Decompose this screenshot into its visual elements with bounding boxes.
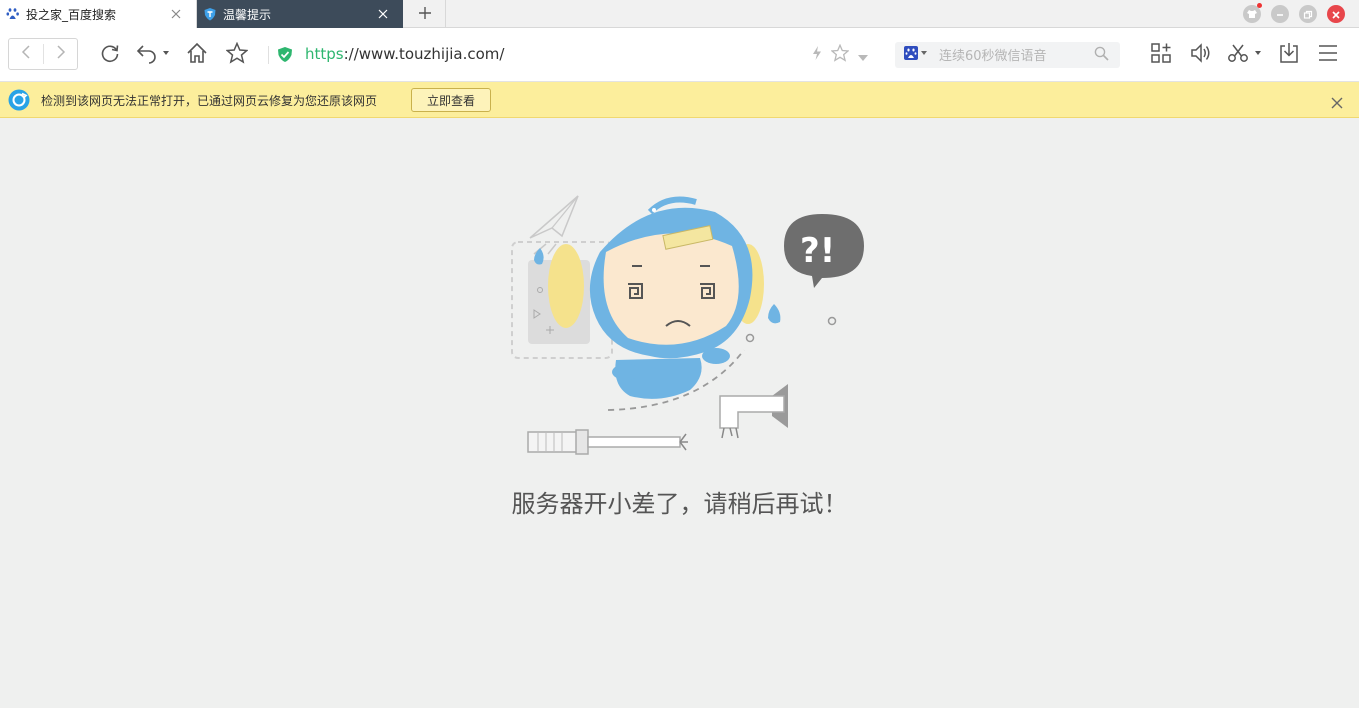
tab-title: 温馨提示: [223, 7, 272, 22]
forward-button[interactable]: [44, 39, 78, 69]
plus-icon: [418, 5, 432, 24]
download-icon: [1278, 42, 1300, 68]
cloud-repair-notice-bar: 检测到该网页无法正常打开，已通过网页云修复为您还原该网页 立即查看: [0, 82, 1359, 118]
home-button[interactable]: [183, 41, 211, 69]
back-icon: [20, 44, 32, 64]
tab-title: 投之家_百度搜索: [26, 7, 117, 22]
new-tab-button[interactable]: [404, 0, 446, 28]
svg-text:?!: ?!: [800, 231, 835, 271]
url-text: ://www.touzhijia.com/: [343, 45, 505, 63]
error-message: 服务器开小差了，请稍后再试！: [511, 490, 848, 518]
view-now-button[interactable]: 立即查看: [411, 88, 491, 112]
minimize-icon: [1275, 5, 1285, 24]
screenshot-button[interactable]: [1226, 42, 1264, 68]
search-button[interactable]: [1093, 46, 1109, 65]
mute-button[interactable]: [1188, 42, 1214, 68]
notice-message: 检测到该网页无法正常打开，已通过网页云修复为您还原该网页: [41, 94, 378, 108]
lightning-icon: [811, 45, 823, 65]
paper-plane-icon: [529, 195, 579, 255]
restore-button[interactable]: [1299, 5, 1317, 23]
apps-button[interactable]: [1148, 42, 1174, 68]
tab-bar: 投之家_百度搜索 温馨提示: [0, 0, 1359, 28]
undo-close-button[interactable]: [134, 41, 172, 69]
star-icon: [225, 41, 249, 68]
skin-icon: [1246, 5, 1258, 24]
baidu-search-icon: [903, 45, 931, 65]
forward-icon: [55, 44, 67, 64]
search-engine-selector[interactable]: [903, 45, 931, 65]
search-input[interactable]: [937, 45, 1091, 67]
address-dropdown-button[interactable]: [856, 48, 870, 62]
speed-mode-button[interactable]: [808, 46, 826, 64]
refresh-button[interactable]: [96, 41, 124, 69]
back-button[interactable]: [9, 39, 43, 69]
close-window-icon: [1331, 5, 1341, 24]
cable-plug-icon: [527, 429, 688, 455]
tab-warm-tip[interactable]: 温馨提示: [197, 0, 403, 28]
cloud-repair-icon: [8, 89, 30, 115]
navigation-toolbar: https://www.touzhijia.com/: [0, 28, 1359, 82]
close-icon[interactable]: [1331, 94, 1343, 113]
wall-socket-icon: [719, 384, 788, 439]
speaker-icon: [1190, 42, 1212, 68]
restore-icon: [1303, 5, 1313, 24]
refresh-icon: [99, 42, 121, 68]
tab-baidu-search[interactable]: 投之家_百度搜索: [0, 0, 197, 28]
menu-icon: [1318, 44, 1338, 66]
secure-shield-icon: [277, 46, 293, 67]
baidu-paw-icon: [6, 7, 20, 21]
close-icon[interactable]: [375, 6, 391, 22]
address-bar[interactable]: https://www.touzhijia.com/: [305, 45, 504, 63]
url-scheme: https: [305, 45, 344, 63]
search-icon: [1094, 46, 1109, 65]
home-icon: [186, 42, 208, 68]
minimize-button[interactable]: [1271, 5, 1289, 23]
notification-dot: [1257, 3, 1262, 8]
server-error-illustration: ?!: [500, 190, 880, 464]
shield-tab-icon: [203, 7, 217, 21]
apps-icon: [1150, 42, 1172, 68]
close-icon[interactable]: [168, 6, 184, 22]
back-forward-group: [8, 38, 78, 70]
divider: [268, 46, 269, 64]
favorites-button[interactable]: [223, 41, 251, 69]
downloads-button[interactable]: [1276, 42, 1302, 68]
close-window-button[interactable]: [1327, 5, 1345, 23]
chevron-down-icon: [858, 46, 868, 65]
star-icon: [830, 43, 850, 66]
main-menu-button[interactable]: [1315, 42, 1341, 68]
undo-icon: [135, 42, 171, 68]
bookmark-page-button[interactable]: [830, 43, 850, 66]
skin-button[interactable]: [1243, 3, 1262, 24]
search-box: [895, 42, 1120, 68]
secure-site-indicator[interactable]: [276, 46, 294, 67]
scissors-icon: [1227, 42, 1263, 68]
